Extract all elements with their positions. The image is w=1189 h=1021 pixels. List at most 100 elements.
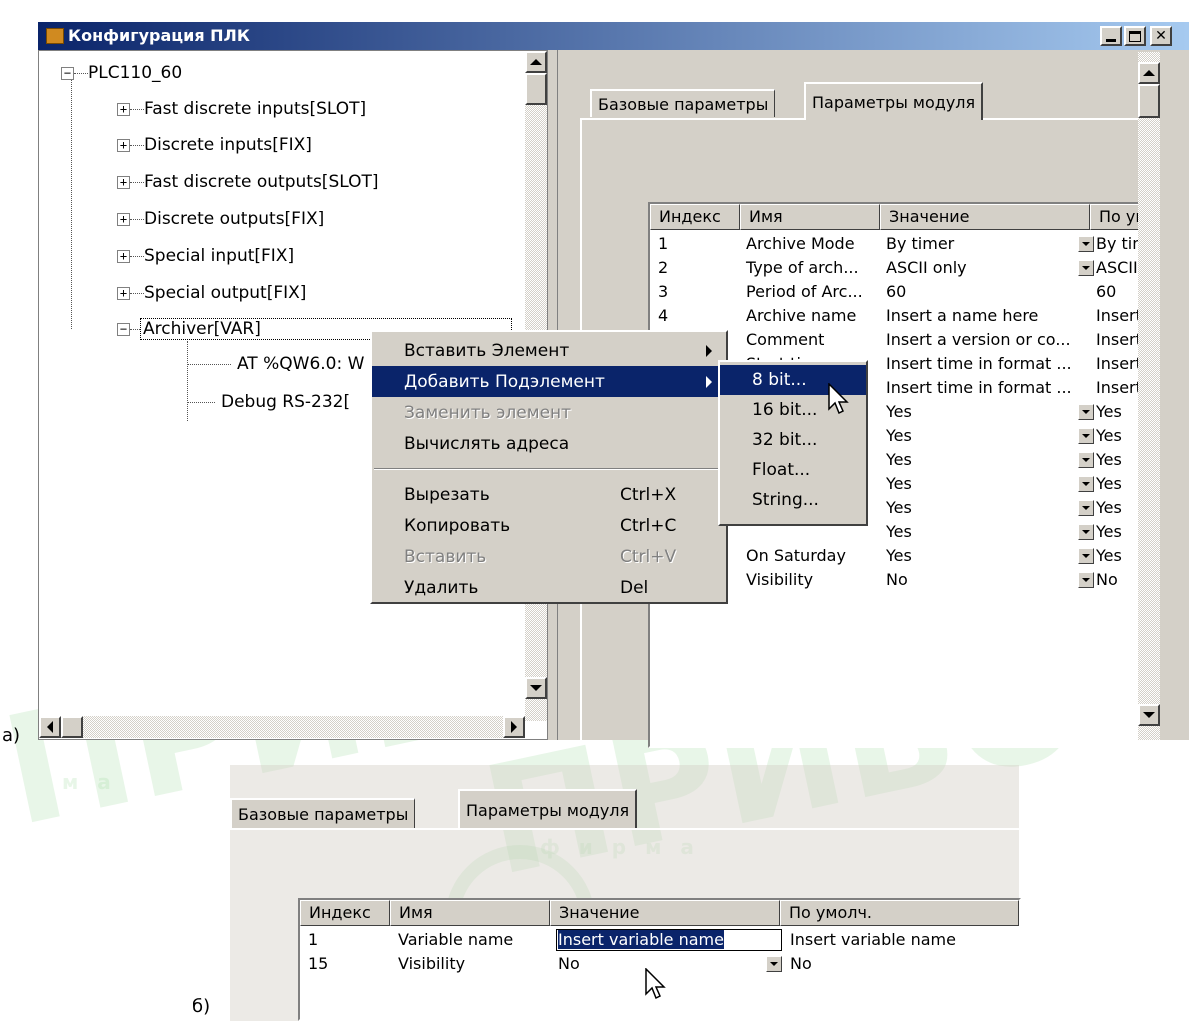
menu-item-compute-addresses[interactable]: Вычислять адреса (372, 428, 726, 459)
menu-item-label: Удалить (404, 577, 479, 598)
cell-default: Yes (1096, 450, 1122, 469)
scroll-right-button[interactable] (503, 716, 525, 738)
cell-value: Yes (886, 426, 912, 445)
tree-item-fast-discrete-outputs[interactable]: + Fast discrete outputs[SLOT] (117, 164, 379, 200)
table-row[interactable]: 1 Variable name Insert variable name Ins… (300, 928, 1019, 952)
scroll-down-button[interactable] (1138, 704, 1160, 726)
dropdown-button[interactable] (766, 956, 782, 972)
app-icon (46, 28, 64, 44)
module-params-panel: Базовые параметры Параметры модуля Индек… (228, 765, 1021, 1021)
tab-module-params-b[interactable]: Параметры модуля (458, 789, 638, 829)
col-header-value[interactable]: Значение (550, 900, 780, 926)
tree-item-label: Fast discrete inputs[SLOT] (144, 99, 367, 119)
col-header-name[interactable]: Имя (740, 204, 880, 230)
menu-item-label: Вычислять адреса (404, 433, 570, 454)
menu-item-delete[interactable]: Удалить Del (372, 572, 726, 603)
scroll-down-button[interactable] (525, 677, 547, 699)
scroll-up-button[interactable] (1138, 62, 1160, 84)
cell-default: Insert variable name (790, 930, 956, 949)
tab-module-params[interactable]: Параметры модуля (804, 82, 984, 120)
table-row[interactable]: 4 Archive name Insert a name here Insert a (650, 304, 1158, 328)
scroll-thumb[interactable] (1138, 84, 1160, 118)
menu-item-copy[interactable]: Копировать Ctrl+C (372, 510, 726, 541)
tree-child-debug-rs232[interactable]: Debug RS-232[ (187, 384, 350, 420)
tree-item-discrete-inputs[interactable]: + Discrete inputs[FIX] (117, 127, 312, 163)
expand-icon[interactable]: + (117, 286, 130, 300)
dropdown-button[interactable] (1078, 236, 1094, 252)
menu-item-label: Копировать (404, 515, 511, 536)
minimize-button[interactable] (1100, 26, 1122, 46)
submenu-item-32bit[interactable]: 32 bit... (720, 425, 866, 455)
menu-item-insert-element[interactable]: Вставить Элемент (372, 335, 726, 366)
submenu-arrow-icon (706, 376, 712, 388)
tree-item-label: Discrete outputs[FIX] (144, 209, 325, 229)
table-row[interactable]: 1 Archive Mode By timer By time (650, 232, 1158, 256)
cell-name: Variable name (398, 930, 514, 949)
scroll-thumb[interactable] (525, 73, 547, 105)
menu-item-label: Вставить Элемент (404, 340, 570, 361)
submenu-item-string[interactable]: String... (720, 485, 866, 515)
col-header-default[interactable]: По умолч. (780, 900, 1019, 926)
menu-item-cut[interactable]: Вырезать Ctrl+X (372, 479, 726, 510)
dropdown-button[interactable] (1078, 476, 1094, 492)
cell-index: 3 (658, 282, 669, 301)
collapse-icon[interactable]: − (61, 66, 74, 80)
tab-base-params[interactable]: Базовые параметры (590, 89, 776, 117)
dropdown-button[interactable] (1078, 500, 1094, 516)
menu-item-paste[interactable]: Вставить Ctrl+V (372, 541, 726, 572)
dropdown-button[interactable] (1078, 524, 1094, 540)
cell-index: 2 (658, 258, 669, 277)
tree-item-special-input[interactable]: + Special input[FIX] (117, 238, 294, 274)
table-row[interactable]: 2 Type of arch... ASCII only ASCII o (650, 256, 1158, 280)
dropdown-button[interactable] (1078, 428, 1094, 444)
menu-item-add-subelement[interactable]: Добавить Подэлемент (372, 366, 726, 397)
expand-icon[interactable]: + (117, 102, 130, 116)
cell-value: Insert time in format ... (886, 378, 1072, 397)
label-b: б) (192, 996, 211, 1017)
cell-index: 1 (658, 234, 669, 253)
dropdown-button[interactable] (1078, 404, 1094, 420)
cell-value: Yes (886, 474, 912, 493)
submenu-item-float[interactable]: Float... (720, 455, 866, 485)
dropdown-button[interactable] (1078, 260, 1094, 276)
tab-base-params-b[interactable]: Базовые параметры (230, 798, 416, 828)
col-header-value[interactable]: Значение (880, 204, 1090, 230)
tree-item-special-output[interactable]: + Special output[FIX] (117, 275, 306, 311)
tree-child-at-qw[interactable]: AT %QW6.0: W (187, 346, 364, 382)
tree-item-label: Special output[FIX] (144, 283, 307, 303)
menu-item-label: Вставить (404, 546, 487, 567)
cell-value: Insert a name here (886, 306, 1039, 325)
cell-value: ASCII only (886, 258, 967, 277)
menu-item-replace-element[interactable]: Заменить элемент (372, 397, 726, 428)
expand-icon[interactable]: + (117, 212, 130, 226)
dropdown-button[interactable] (1078, 452, 1094, 468)
tree-hscrollbar[interactable] (39, 716, 525, 738)
cell-name: Archive name (746, 306, 857, 325)
expand-icon[interactable]: + (117, 175, 130, 189)
expand-icon[interactable]: + (117, 138, 130, 152)
tree-item-fast-discrete-inputs[interactable]: + Fast discrete inputs[SLOT] (117, 91, 366, 127)
table-row[interactable]: 3 Period of Arc... 60 60 (650, 280, 1158, 304)
variable-name-input[interactable]: Insert variable name (556, 929, 782, 951)
cell-index: 4 (658, 306, 669, 325)
pane-vscrollbar[interactable] (1138, 52, 1160, 740)
cell-value: Yes (886, 522, 912, 541)
hscroll-thumb[interactable] (61, 716, 83, 738)
dropdown-arrow-icon (770, 962, 778, 966)
expand-icon[interactable]: + (117, 249, 130, 263)
dropdown-button[interactable] (1078, 572, 1094, 588)
col-header-index[interactable]: Индекс (300, 900, 390, 926)
maximize-button[interactable] (1124, 26, 1146, 46)
cell-index: 1 (308, 930, 319, 949)
scroll-left-button[interactable] (39, 716, 61, 738)
close-button[interactable]: ✕ (1150, 26, 1172, 46)
col-header-name[interactable]: Имя (390, 900, 550, 926)
collapse-icon[interactable]: − (117, 322, 130, 336)
tree-item-discrete-outputs[interactable]: + Discrete outputs[FIX] (117, 201, 324, 237)
dropdown-button[interactable] (1078, 548, 1094, 564)
dropdown-arrow-icon (1082, 434, 1090, 438)
tree-root[interactable]: − PLC110_60 (61, 55, 182, 91)
scroll-up-button[interactable] (525, 51, 547, 73)
col-header-index[interactable]: Индекс (650, 204, 740, 230)
title-bar[interactable]: Конфигурация ПЛК ✕ (38, 22, 1189, 50)
